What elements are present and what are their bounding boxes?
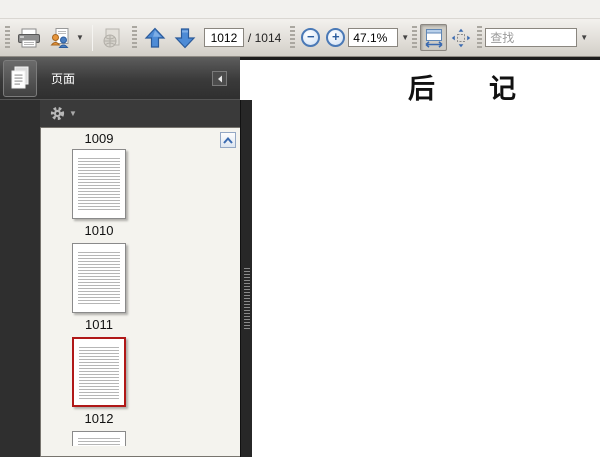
thumbnail-image — [72, 431, 126, 446]
gear-icon — [50, 106, 65, 121]
review-document-icon — [103, 28, 120, 47]
zoom-dropdown-arrow-icon[interactable]: ▼ — [401, 33, 409, 42]
page-total-label: / 1014 — [247, 30, 282, 45]
text-line — [268, 349, 598, 366]
thumbnail-label: 1010 — [84, 223, 114, 238]
toolbar-grip[interactable] — [477, 25, 483, 50]
pages-icon — [11, 66, 29, 89]
text-line — [268, 262, 598, 279]
chevron-down-icon: ▼ — [76, 33, 84, 42]
toolbar-grip[interactable] — [5, 25, 10, 50]
find-input[interactable] — [485, 28, 578, 47]
text-line — [268, 175, 598, 192]
document-view: 后 记 — [240, 57, 600, 457]
previous-page-button[interactable] — [140, 23, 170, 53]
text-line — [268, 193, 598, 210]
thumbnail-label: 1009 — [84, 131, 114, 146]
print-button[interactable] — [13, 23, 45, 53]
document-view-top-border — [240, 57, 600, 60]
scroll-up-button[interactable] — [220, 132, 236, 148]
text-line — [268, 210, 598, 227]
page-thumbnail[interactable]: 1009 — [67, 131, 131, 146]
chevron-up-icon — [223, 136, 233, 144]
zoom-level-input[interactable] — [348, 28, 399, 47]
thumbnail-label: 1012 — [84, 411, 114, 426]
pages-panel-button[interactable] — [3, 59, 37, 97]
menu-item[interactable] — [24, 7, 44, 11]
text-line — [268, 366, 598, 383]
page-text — [268, 123, 598, 457]
chevron-down-icon: ▼ — [69, 109, 77, 118]
collapse-panel-button[interactable] — [212, 71, 227, 86]
text-line — [268, 419, 598, 436]
page-number-input[interactable] — [203, 28, 244, 47]
sidebar-splitter[interactable] — [240, 100, 252, 457]
toolbar-grip[interactable] — [131, 25, 137, 50]
thumbnail-image — [72, 243, 126, 313]
menu-item[interactable] — [104, 7, 124, 11]
share-document-icon — [50, 27, 69, 48]
text-line — [268, 297, 598, 314]
fit-page-icon — [451, 28, 470, 47]
left-arrow-icon — [217, 75, 222, 82]
text-line — [268, 158, 598, 175]
menu-item[interactable] — [64, 7, 84, 11]
panel-options-button[interactable]: ▼ — [40, 100, 240, 127]
pages-panel-header: 页面 — [0, 57, 240, 100]
menu-item[interactable] — [84, 7, 104, 11]
printer-icon — [18, 28, 40, 47]
fit-width-icon — [425, 28, 443, 48]
text-line — [268, 280, 598, 297]
text-line — [268, 314, 598, 331]
fit-width-button[interactable] — [420, 24, 448, 51]
navigation-sidebar: 页面 ▼ 1009 1010 1011 1012 — [0, 57, 240, 457]
next-page-button[interactable] — [170, 23, 200, 53]
text-line — [268, 123, 598, 140]
toolbar-grip[interactable] — [412, 25, 418, 50]
toolbar-separator — [91, 24, 93, 51]
text-line — [268, 401, 598, 418]
text-line — [268, 453, 598, 457]
menu-bar — [0, 0, 600, 19]
thumbnail-list: 1009 1010 1011 1012 — [40, 127, 240, 457]
text-line — [268, 332, 598, 349]
menu-item[interactable] — [44, 7, 64, 11]
text-line — [268, 436, 598, 453]
toolbar: ▼ / 1014 − + ▼ — [0, 19, 600, 57]
zoom-in-button[interactable]: + — [326, 28, 346, 47]
page-thumbnail[interactable] — [67, 431, 131, 446]
thumbnail-image — [72, 337, 126, 407]
page-thumbnail[interactable]: 1010 — [67, 149, 131, 238]
share-document-button[interactable]: ▼ — [45, 23, 88, 53]
pages-panel-title: 页面 — [51, 71, 76, 86]
splitter-grip-icon — [244, 268, 250, 330]
toolbar-grip[interactable] — [290, 25, 296, 50]
text-line — [268, 140, 598, 157]
menu-item[interactable] — [124, 7, 144, 11]
page-title: 后 记 — [408, 74, 516, 104]
menu-item[interactable] — [4, 7, 24, 11]
page-thumbnail[interactable]: 1012 — [67, 337, 131, 426]
text-line — [268, 245, 598, 262]
review-document-button — [97, 23, 129, 53]
up-arrow-icon — [144, 27, 166, 48]
fit-page-button[interactable] — [447, 24, 474, 51]
zoom-out-button[interactable]: − — [301, 28, 321, 47]
pages-panel-body: ▼ 1009 1010 1011 1012 — [40, 100, 240, 457]
thumbnail-label: 1011 — [85, 317, 113, 332]
text-line — [268, 227, 598, 244]
thumbnail-image — [72, 149, 126, 219]
find-dropdown-arrow-icon[interactable]: ▼ — [577, 28, 591, 47]
text-line — [268, 384, 598, 401]
down-arrow-icon — [174, 27, 196, 48]
page-thumbnail[interactable]: 1011 — [67, 243, 131, 332]
